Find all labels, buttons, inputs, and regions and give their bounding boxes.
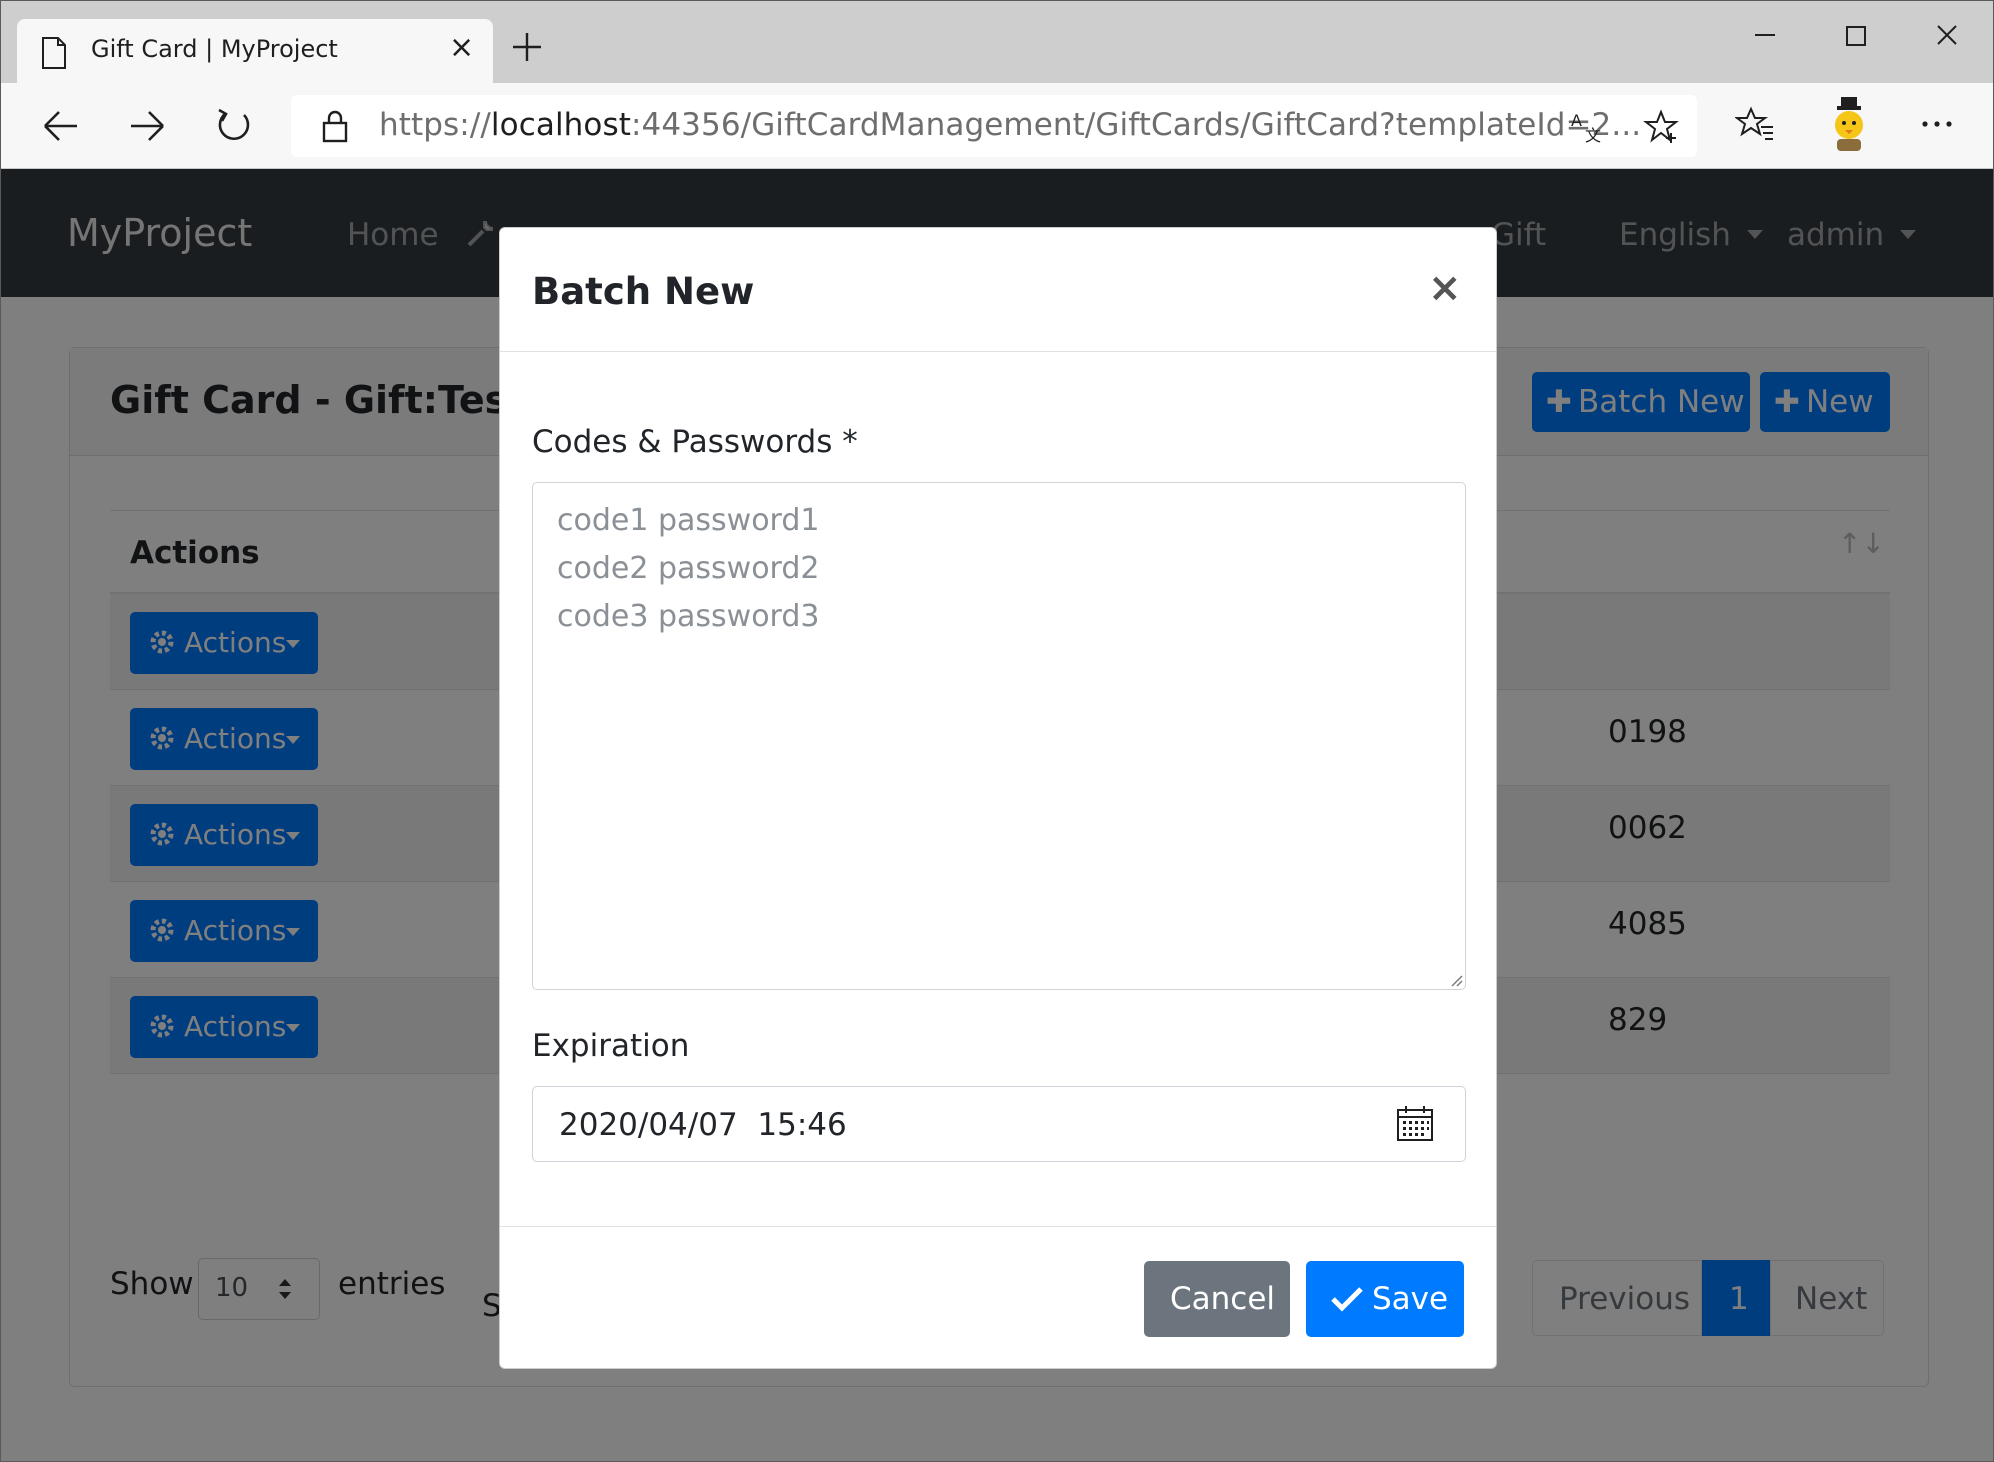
url-text[interactable]: https://localhost:44356/GiftCardManageme… — [379, 107, 1641, 143]
browser-window: Gift Card | MyProject × https://localhos… — [0, 0, 1994, 1462]
modal-footer: Cancel Save — [500, 1226, 1496, 1368]
modal-title: Batch New — [532, 270, 755, 313]
title-bar: Gift Card | MyProject × — [1, 1, 1993, 83]
save-button[interactable]: Save — [1306, 1261, 1464, 1337]
translate-icon[interactable]: A 文 — [1569, 109, 1605, 145]
save-label: Save — [1372, 1281, 1449, 1317]
page-icon — [42, 37, 66, 69]
check-icon — [1331, 1287, 1363, 1312]
cancel-label: Cancel — [1170, 1281, 1276, 1317]
browser-toolbar: https://localhost:44356/GiftCardManageme… — [1, 83, 1993, 169]
lock-icon[interactable] — [321, 109, 349, 143]
resize-grip-icon[interactable] — [1447, 971, 1463, 987]
codes-passwords-label: Codes & Passwords * — [532, 424, 858, 460]
url-scheme: https:// — [379, 107, 491, 143]
profile-avatar-icon[interactable] — [1821, 93, 1877, 155]
codes-passwords-textarea[interactable]: code1 password1 code2 password2 code3 pa… — [532, 482, 1466, 990]
expiration-label: Expiration — [532, 1028, 690, 1064]
minimize-icon[interactable] — [1745, 15, 1785, 55]
modal-close-icon[interactable]: × — [1428, 268, 1462, 308]
back-icon[interactable] — [37, 103, 83, 149]
expiration-value: 2020/04/07 15:46 — [559, 1107, 847, 1143]
new-tab-icon[interactable] — [509, 29, 545, 65]
cancel-button[interactable]: Cancel — [1144, 1261, 1290, 1337]
svg-text:A: A — [1571, 111, 1582, 130]
browser-tab[interactable]: Gift Card | MyProject × — [17, 19, 493, 83]
url-host: localhost — [490, 107, 631, 143]
batch-new-modal: Batch New × Codes & Passwords * code1 pa… — [499, 227, 1497, 1369]
close-tab-icon[interactable]: × — [449, 33, 474, 63]
forward-icon[interactable] — [125, 103, 171, 149]
modal-header: Batch New × — [500, 228, 1496, 352]
svg-text:文: 文 — [1585, 126, 1601, 145]
tab-title: Gift Card | MyProject — [91, 35, 338, 63]
favorite-star-icon[interactable] — [1643, 109, 1679, 145]
favorites-icon[interactable] — [1735, 103, 1775, 147]
calendar-icon[interactable] — [1395, 1103, 1435, 1143]
more-options-icon[interactable] — [1917, 109, 1957, 139]
placeholder-line: code1 password1 — [557, 503, 820, 538]
placeholder-line: code2 password2 — [557, 551, 820, 586]
placeholder-line: code3 password3 — [557, 599, 820, 634]
expiration-datetime-input[interactable]: 2020/04/07 15:46 — [532, 1086, 1466, 1162]
reload-icon[interactable] — [211, 103, 257, 149]
address-bar[interactable]: https://localhost:44356/GiftCardManageme… — [291, 95, 1697, 157]
window-close-icon[interactable] — [1927, 15, 1967, 55]
maximize-icon[interactable] — [1835, 15, 1875, 55]
url-path: :44356/GiftCardManagement/GiftCards/Gift… — [630, 107, 1642, 143]
